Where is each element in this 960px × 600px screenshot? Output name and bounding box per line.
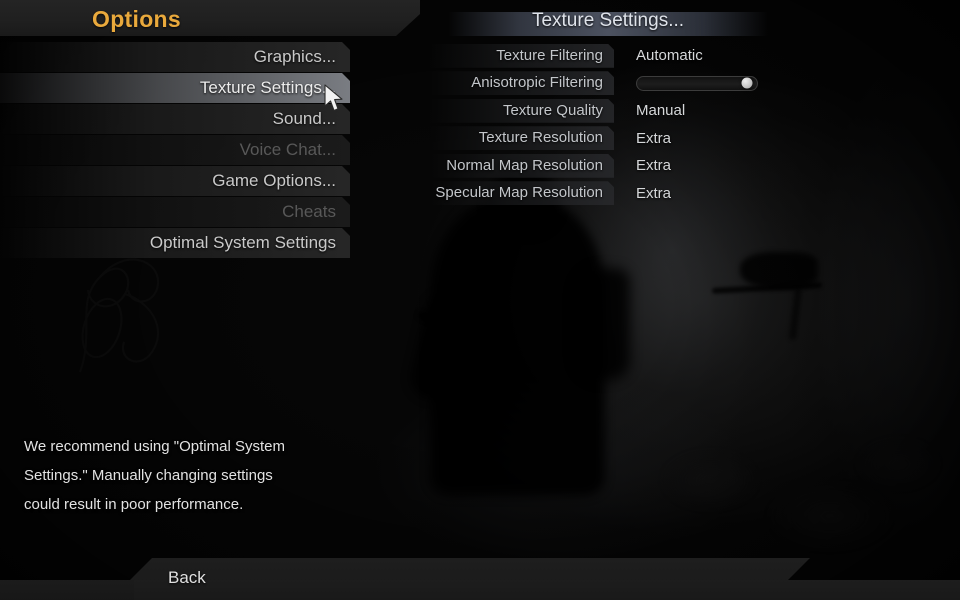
menu-item-voice-chat: Voice Chat... bbox=[0, 135, 350, 165]
recommendation-line-1: We recommend using "Optimal System bbox=[24, 438, 285, 455]
menu-item-label: Texture Settings... bbox=[199, 78, 336, 97]
menu-item-label: Sound... bbox=[272, 109, 336, 128]
texture-settings-list: Texture Filtering Automatic Anisotropic … bbox=[430, 42, 860, 207]
menu-item-game-options[interactable]: Game Options... bbox=[0, 166, 350, 196]
setting-label: Specular Map Resolution bbox=[430, 181, 614, 206]
setting-value[interactable]: Automatic bbox=[636, 47, 703, 64]
helicopter-body-silhouette bbox=[740, 252, 818, 288]
setting-row-anisotropic-filtering[interactable]: Anisotropic Filtering bbox=[430, 70, 860, 98]
menu-item-sound[interactable]: Sound... bbox=[0, 104, 350, 134]
menu-item-label: Voice Chat... bbox=[239, 140, 336, 159]
anisotropic-filtering-slider[interactable] bbox=[636, 75, 758, 91]
game-options-screen: Options Graphics... Texture Settings... … bbox=[0, 0, 960, 600]
soldier-backpack-silhouette bbox=[576, 268, 630, 380]
header-bar bbox=[0, 0, 420, 36]
menu-item-texture-settings[interactable]: Texture Settings... bbox=[0, 73, 350, 103]
slider-knob[interactable] bbox=[741, 77, 753, 89]
helicopter-tail-silhouette bbox=[788, 287, 803, 341]
options-menu[interactable]: Graphics... Texture Settings... Sound...… bbox=[0, 42, 350, 258]
setting-label: Texture Filtering bbox=[430, 43, 614, 68]
menu-item-optimal-system-settings[interactable]: Optimal System Settings bbox=[0, 228, 350, 258]
panel-title: Texture Settings... bbox=[531, 10, 685, 31]
setting-value[interactable]: Extra bbox=[636, 130, 671, 147]
setting-label: Texture Resolution bbox=[430, 126, 614, 151]
menu-item-label: Graphics... bbox=[253, 47, 336, 66]
setting-row-texture-quality[interactable]: Texture Quality Manual bbox=[430, 97, 860, 125]
page-title: Options bbox=[92, 6, 181, 32]
setting-label: Texture Quality bbox=[430, 98, 614, 123]
setting-label: Normal Map Resolution bbox=[430, 153, 614, 178]
menu-item-label: Optimal System Settings bbox=[149, 233, 336, 252]
setting-value[interactable]: Extra bbox=[636, 185, 671, 202]
recommendation-line-2: Settings." Manually changing settings bbox=[24, 467, 273, 484]
setting-row-texture-resolution[interactable]: Texture Resolution Extra bbox=[430, 125, 860, 153]
setting-row-specular-map-resolution[interactable]: Specular Map Resolution Extra bbox=[430, 180, 860, 208]
menu-item-label: Cheats bbox=[282, 202, 336, 221]
back-button[interactable]: Back bbox=[168, 568, 206, 588]
setting-value[interactable]: Extra bbox=[636, 157, 671, 174]
menu-item-label: Game Options... bbox=[212, 171, 336, 190]
footer-strip bbox=[0, 580, 960, 600]
setting-row-texture-filtering[interactable]: Texture Filtering Automatic bbox=[430, 42, 860, 70]
menu-item-graphics[interactable]: Graphics... bbox=[0, 42, 350, 72]
setting-label: Anisotropic Filtering bbox=[430, 71, 614, 96]
recommendation-line-3: could result in poor performance. bbox=[24, 496, 244, 513]
menu-item-cheats: Cheats bbox=[0, 197, 350, 227]
setting-row-normal-map-resolution[interactable]: Normal Map Resolution Extra bbox=[430, 152, 860, 180]
recommendation-text: We recommend using "Optimal System Setti… bbox=[24, 432, 344, 519]
setting-value[interactable]: Manual bbox=[636, 102, 685, 119]
